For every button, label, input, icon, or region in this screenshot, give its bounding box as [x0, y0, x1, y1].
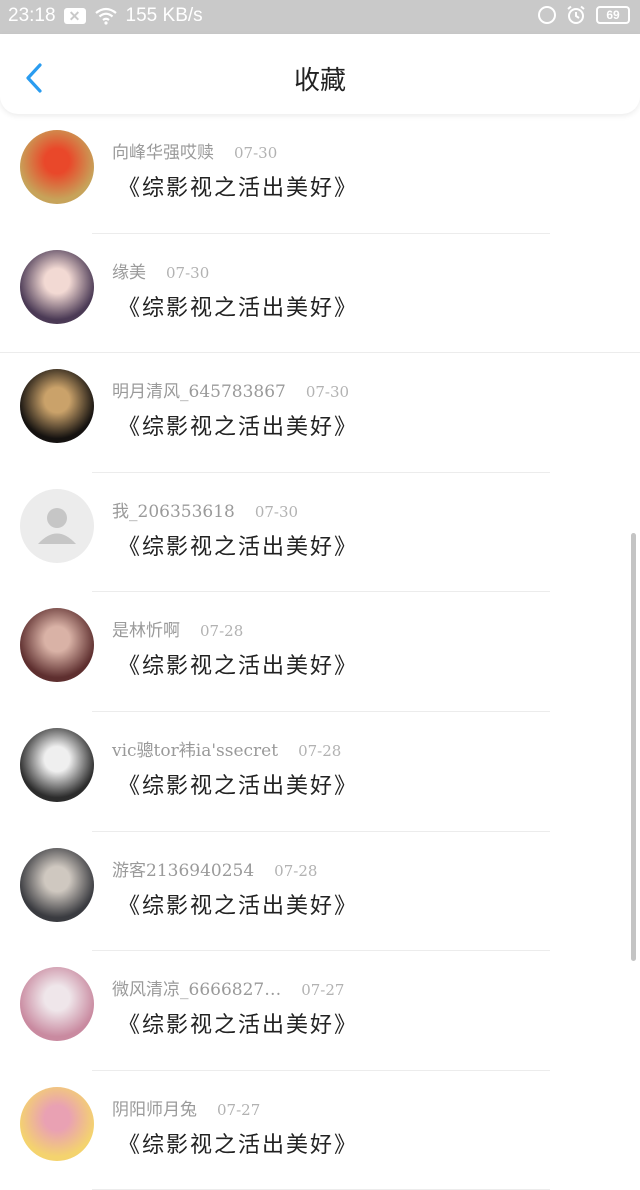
- lock-rotation-icon: [538, 6, 556, 24]
- book-title[interactable]: 《综影视之活出美好》: [118, 888, 358, 920]
- item-date: 07-30: [166, 263, 210, 282]
- page-title: 收藏: [293, 66, 346, 96]
- avatar[interactable]: [20, 727, 94, 802]
- user-name[interactable]: 是林忻啊: [112, 621, 180, 641]
- avatar[interactable]: [20, 608, 94, 683]
- user-name[interactable]: 缘美: [112, 263, 146, 283]
- user-name[interactable]: 向峰华强哎赎: [112, 143, 214, 163]
- scrollbar[interactable]: [631, 533, 636, 961]
- list-item[interactable]: 明月清风_645783867 07-30 《综影视之活出美好》: [0, 353, 640, 473]
- avatar[interactable]: [20, 249, 94, 324]
- item-date: 07-27: [301, 981, 345, 1000]
- item-date: 07-30: [305, 383, 350, 402]
- status-bar: 23:18 ✕ 155 KB/s 69: [0, 0, 640, 34]
- item-meta: 明月清风_645783867 07-30: [112, 377, 349, 402]
- book-title[interactable]: 《综影视之活出美好》: [118, 409, 358, 441]
- user-name[interactable]: 游客2136940254: [112, 861, 254, 881]
- user-name[interactable]: 明月清风_645783867: [112, 382, 286, 402]
- avatar[interactable]: [20, 488, 94, 563]
- book-title[interactable]: 《综影视之活出美好》: [118, 648, 358, 680]
- book-title[interactable]: 《综影视之活出美好》: [118, 1007, 358, 1039]
- list-item[interactable]: 我_206353618 07-30 《综影视之活出美好》: [0, 473, 640, 593]
- item-meta: 缘美 07-30: [112, 258, 209, 283]
- item-meta: 是林忻啊 07-28: [112, 616, 243, 641]
- item-date: 07-28: [298, 741, 342, 760]
- list-item[interactable]: 向峰华强哎赎 07-30 《综影视之活出美好》: [0, 114, 640, 234]
- item-meta: 游客2136940254 07-28: [112, 856, 317, 881]
- avatar[interactable]: [20, 130, 94, 204]
- list-item[interactable]: 游客2136940254 07-28 《综影视之活出美好》: [0, 832, 640, 952]
- list-item[interactable]: 是林忻啊 07-28 《综影视之活出美好》: [0, 592, 640, 712]
- item-date: 07-28: [274, 861, 318, 880]
- book-title[interactable]: 《综影视之活出美好》: [118, 529, 358, 561]
- item-date: 07-30: [234, 144, 278, 162]
- book-title[interactable]: 《综影视之活出美好》: [118, 768, 358, 800]
- user-name[interactable]: 微风清凉_6666827…: [112, 980, 281, 1000]
- book-title[interactable]: 《综影视之活出美好》: [118, 290, 358, 322]
- wifi-icon: [94, 7, 117, 25]
- item-date: 07-28: [200, 622, 244, 641]
- alarm-icon: [567, 5, 585, 24]
- list-item[interactable]: 缘美 07-30 《综影视之活出美好》: [0, 234, 640, 354]
- favorites-list: 向峰华强哎赎 07-30 《综影视之活出美好》 缘美 07-30 《综影视之活出美好》 明月…: [0, 114, 640, 1190]
- list-item[interactable]: 阴阳师月兔 07-27 《综影视之活出美好》: [0, 1071, 640, 1190]
- item-meta: 向峰华强哎赎 07-30: [112, 138, 277, 163]
- network-speed: 155 KB/s: [125, 5, 203, 26]
- avatar[interactable]: [20, 1086, 94, 1161]
- book-title[interactable]: 《综影视之活出美好》: [118, 1127, 358, 1159]
- item-date: 07-30: [254, 502, 299, 521]
- avatar[interactable]: [20, 847, 94, 922]
- notification-icon: ✕: [63, 8, 86, 24]
- item-meta: 微风清凉_6666827… 07-27: [112, 975, 344, 1000]
- status-time: 23:18: [8, 5, 56, 26]
- user-name[interactable]: vic骢tor袆ia'ssecret: [112, 741, 278, 761]
- avatar[interactable]: [20, 369, 94, 444]
- header-bar: 收藏: [0, 34, 640, 114]
- book-title[interactable]: 《综影视之活出美好》: [118, 170, 358, 202]
- item-meta: 阴阳师月兔 07-27: [112, 1095, 260, 1120]
- item-meta: vic骢tor袆ia'ssecret 07-28: [112, 736, 341, 761]
- default-user-icon: [38, 507, 76, 544]
- user-name[interactable]: 阴阳师月兔: [112, 1100, 197, 1120]
- list-item[interactable]: 微风清凉_6666827… 07-27 《综影视之活出美好》: [0, 951, 640, 1071]
- battery-indicator: 69: [596, 6, 630, 24]
- user-name[interactable]: 我_206353618: [112, 502, 235, 522]
- item-meta: 我_206353618 07-30: [112, 497, 298, 522]
- item-date: 07-27: [217, 1100, 261, 1119]
- list-item[interactable]: vic骢tor袆ia'ssecret 07-28 《综影视之活出美好》: [0, 712, 640, 832]
- avatar[interactable]: [20, 967, 94, 1042]
